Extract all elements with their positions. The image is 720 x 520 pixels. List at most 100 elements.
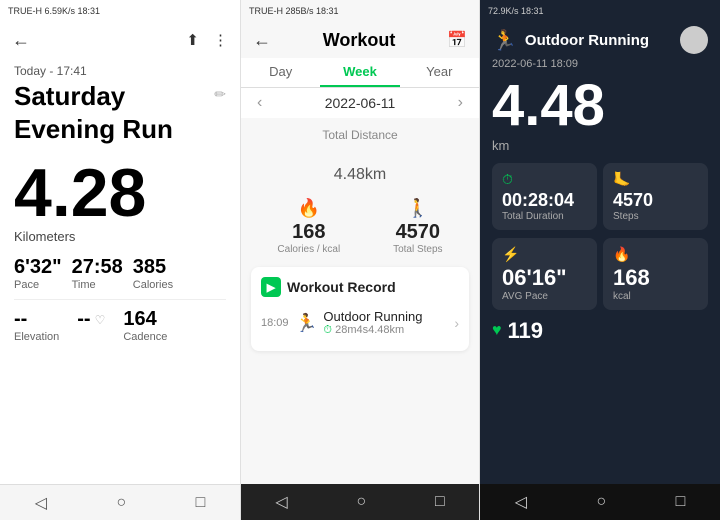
p3-kcal-label: kcal — [613, 291, 698, 302]
workout-detail: ⏱ 28m4s4.48km — [323, 324, 454, 337]
heart-icon: ♥ — [492, 322, 502, 340]
p1-calories: 385 Calories — [133, 256, 173, 291]
p1-elev-val: -- — [14, 308, 59, 331]
p3-main-distance: 4.48 — [480, 74, 720, 138]
p3-nav-home[interactable]: ○ — [596, 493, 606, 511]
p1-toolbar: ← ⬆ ⋮ — [0, 22, 240, 58]
p3-avatar — [680, 26, 708, 54]
p1-pace-val: 6'32" — [14, 256, 62, 279]
p3-steps-val: 4570 — [613, 190, 698, 211]
p3-stats-grid: ⏱ 00:28:04 Total Duration 🦶 4570 Steps — [480, 163, 720, 230]
p1-cadence-label: Cadence — [123, 331, 167, 343]
duration-icon: ⏱ — [502, 171, 587, 188]
tab-week[interactable]: Week — [320, 58, 399, 87]
p2-cal-val: 168 — [277, 221, 340, 244]
p2-date-nav: ‹ 2022-06-11 › — [241, 88, 479, 118]
p1-nav-home[interactable]: ○ — [116, 494, 126, 512]
p2-status-left: TRUE-H 285B/s 18:31 — [249, 6, 339, 16]
p2-steps-metric: 🚶 4570 Total Steps — [393, 198, 442, 255]
p2-back-icon[interactable]: ← — [253, 30, 271, 51]
panel-outdoor-running: 72.9K/s 18:31 🏃 Outdoor Running 2022-06-… — [480, 0, 720, 520]
p1-nav-back[interactable]: ◁ — [35, 493, 47, 513]
p1-time: 27:58 Time — [72, 256, 123, 291]
p1-time-label: Time — [72, 279, 123, 291]
p1-avg: -- ♡ — [77, 308, 105, 343]
back-icon[interactable]: ← — [12, 30, 30, 51]
workout-time: 18:09 — [261, 317, 289, 329]
p2-nav-back[interactable]: ◁ — [275, 492, 287, 512]
p1-today-label: Today - 17:41 — [14, 64, 226, 78]
workout-item[interactable]: 18:09 🏃 Outdoor Running ⏱ 28m4s4.48km › — [261, 305, 459, 341]
p2-steps-label: Total Steps — [393, 244, 442, 255]
p3-steps-label: Steps — [613, 211, 698, 222]
p2-tabs: Day Week Year — [241, 58, 479, 88]
edit-icon[interactable]: ✏ — [214, 86, 226, 103]
tab-day[interactable]: Day — [241, 58, 320, 87]
p1-cal-val: 385 — [133, 256, 173, 279]
p1-main-distance: 4.28 — [14, 159, 226, 227]
p1-avg-val: -- — [77, 308, 90, 331]
p1-cadence: 164 Cadence — [123, 308, 167, 343]
workout-name: Outdoor Running — [323, 309, 454, 324]
p2-record-section: ▶ Workout Record 18:09 🏃 Outdoor Running… — [251, 267, 469, 351]
p2-calendar-icon[interactable]: 📅 — [447, 30, 467, 50]
p3-pace-block: ⚡ 06'16" AVG Pace — [492, 238, 597, 310]
share-icon[interactable]: ⬆ — [186, 31, 199, 49]
p3-nav-back[interactable]: ◁ — [515, 492, 527, 512]
p2-nav-square[interactable]: □ — [435, 493, 445, 511]
p3-activity-date: 2022-06-11 18:09 — [480, 58, 720, 70]
record-icon: ▶ — [261, 277, 281, 297]
p2-record-title: ▶ Workout Record — [261, 277, 459, 297]
fire-icon: 🔥 — [613, 246, 698, 263]
running-icon: 🏃 — [492, 28, 517, 53]
p3-bottom-nav: ◁ ○ □ — [480, 484, 720, 520]
panel-workout: TRUE-H 285B/s 18:31 ← Workout 📅 Day Week… — [240, 0, 480, 520]
p1-cal-label: Calories — [133, 279, 173, 291]
p3-header: 🏃 Outdoor Running — [480, 22, 720, 58]
p1-nav-square[interactable]: □ — [196, 494, 206, 512]
p3-activity-title: Outdoor Running — [525, 32, 672, 49]
p1-stats-row: 6'32" Pace 27:58 Time 385 Calories — [14, 256, 226, 291]
more-icon[interactable]: ⋮ — [213, 31, 228, 49]
p1-bottom-nav: ◁ ○ □ — [0, 484, 240, 520]
p3-kcal-val: 168 — [613, 265, 698, 291]
tab-year[interactable]: Year — [400, 58, 479, 87]
p3-status-left: 72.9K/s 18:31 — [488, 6, 544, 16]
p3-statusbar: 72.9K/s 18:31 — [480, 0, 720, 22]
p2-nav-home[interactable]: ○ — [356, 493, 366, 511]
p1-bottom-row: -- Elevation -- ♡ 164 Cadence — [14, 308, 226, 343]
p2-title: Workout — [323, 30, 396, 51]
p3-duration-val: 00:28:04 — [502, 190, 587, 211]
runner-icon: 🏃 — [295, 313, 317, 334]
p2-metrics: 🔥 168 Calories / kcal 🚶 4570 Total Steps — [241, 198, 479, 255]
chevron-right-icon: › — [454, 315, 459, 331]
pace-icon: ⚡ — [502, 246, 587, 263]
p1-content: Today - 17:41 Saturday Evening Run ✏ 4.2… — [0, 58, 240, 484]
p3-nav-square[interactable]: □ — [676, 493, 686, 511]
p1-divider — [14, 299, 226, 300]
p1-time-val: 27:58 — [72, 256, 123, 279]
p2-statusbar: TRUE-H 285B/s 18:31 — [241, 0, 479, 22]
p2-cal-label: Calories / kcal — [277, 244, 340, 255]
p1-distance-unit: Kilometers — [14, 229, 226, 244]
p3-heart-val: 119 — [508, 318, 544, 344]
p2-next-arrow[interactable]: › — [458, 94, 463, 112]
p3-pace-label: AVG Pace — [502, 291, 587, 302]
p1-title-line2: Evening Run — [14, 115, 173, 144]
p2-steps-val: 4570 — [393, 221, 442, 244]
p2-bottom-nav: ◁ ○ □ — [241, 484, 479, 520]
workout-info: Outdoor Running ⏱ 28m4s4.48km — [323, 309, 454, 337]
p1-elev-label: Elevation — [14, 331, 59, 343]
p3-steps-block: 🦶 4570 Steps — [603, 163, 708, 230]
p3-duration-block: ⏱ 00:28:04 Total Duration — [492, 163, 597, 230]
steps-icon: 🦶 — [613, 171, 698, 188]
p1-pace: 6'32" Pace — [14, 256, 62, 291]
p1-elevation: -- Elevation — [14, 308, 59, 343]
p3-pace-row: ⚡ 06'16" AVG Pace 🔥 168 kcal — [480, 238, 720, 310]
p3-heart-row: ♥ 119 — [480, 310, 720, 348]
p2-prev-arrow[interactable]: ‹ — [257, 94, 262, 112]
p2-total-distance: 4.48km — [241, 144, 479, 186]
p3-duration-label: Total Duration — [502, 211, 587, 222]
p2-calories-metric: 🔥 168 Calories / kcal — [277, 198, 340, 255]
panel-running-record: TRUE-H 6.59K/s 18:31 ← ⬆ ⋮ Today - 17:41… — [0, 0, 240, 520]
